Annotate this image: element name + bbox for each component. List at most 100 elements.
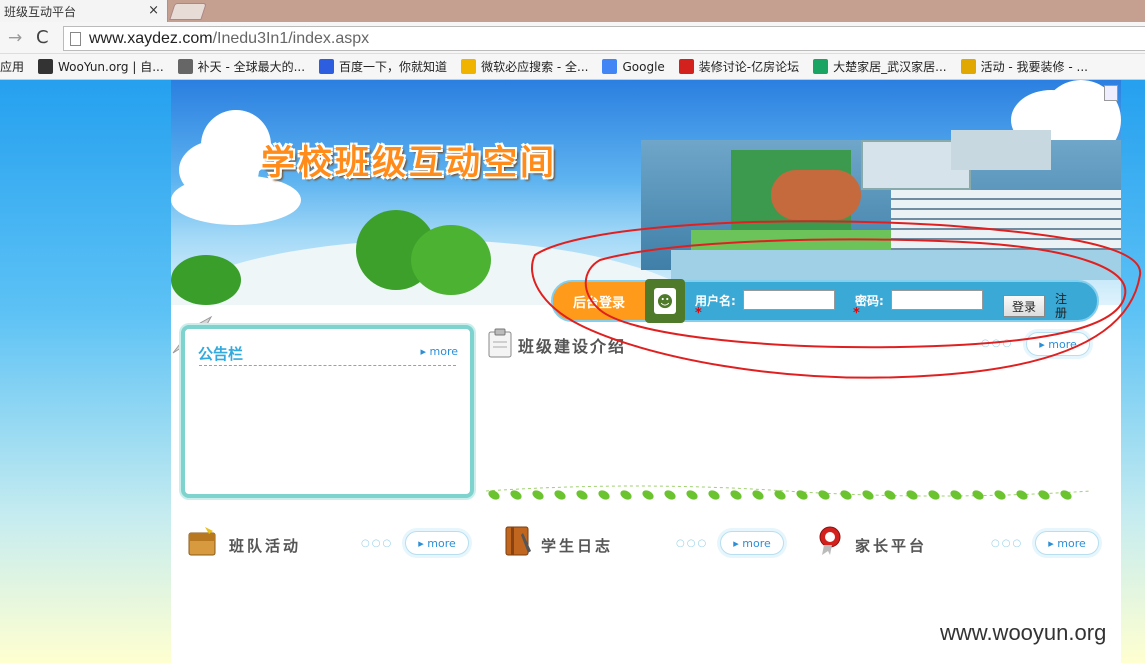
notebook-icon (505, 526, 531, 556)
user-book-icon: ☻ (645, 279, 685, 323)
google-icon (602, 59, 618, 74)
leaf (796, 490, 808, 500)
leaf (862, 490, 874, 500)
class-activities-more-link[interactable]: ▸ more (405, 531, 469, 555)
url-path: /Inedu3In1/index.aspx (212, 29, 370, 47)
leaf (818, 490, 830, 500)
password-input[interactable] (891, 290, 983, 310)
site-title: 学校班级互动空间 (261, 143, 557, 183)
section-title-parent-platform: 家长平台 (855, 537, 928, 555)
fang-icon (678, 59, 694, 74)
leaf (620, 490, 632, 500)
wooyun-icon (38, 59, 54, 74)
leaf (554, 490, 566, 500)
leaf (642, 490, 654, 500)
reload-icon[interactable]: C (36, 27, 49, 48)
leaf (752, 490, 764, 500)
student-diary-more-link[interactable]: ▸ more (720, 531, 784, 555)
bookmark-item[interactable]: 补天 - 全球最大的... (177, 58, 306, 75)
page-icon (70, 31, 81, 46)
decor-dots: ○○○ (361, 538, 394, 549)
leaf (840, 490, 852, 500)
leaf (906, 490, 918, 500)
bookmark-label: 补天 - 全球最大的... (197, 60, 306, 74)
main-content: 学校班级互动空间 后台登录 ☻ 用户名: * 密码: * 登录 注册 公告栏 ▸… (171, 80, 1121, 663)
leaf (994, 490, 1006, 500)
leaf (686, 490, 698, 500)
bookmark-item[interactable]: 大楚家居_武汉家居... (813, 58, 947, 75)
divider (199, 365, 456, 366)
parent-platform-more-link[interactable]: ▸ more (1035, 531, 1099, 555)
bookmark-label: WooYun.org | 自... (58, 60, 164, 74)
bookmark-item[interactable]: 装修讨论-亿房论坛 (678, 58, 800, 75)
address-bar[interactable]: www.xaydez.com/Inedu3In1/index.aspx (63, 26, 1145, 51)
bookmark-item[interactable]: 微软必应搜索 - 全... (461, 58, 588, 75)
bookmark-label: 应用 (0, 60, 25, 74)
notice-board-title: 公告栏 (198, 345, 244, 363)
section-title-class-activities: 班队活动 (229, 537, 302, 555)
intro-more-link[interactable]: ▸ more (1026, 332, 1090, 356)
leaf (730, 490, 742, 500)
register-link[interactable]: 注册 (1055, 292, 1069, 320)
bookmark-label: 活动 - 我要装修 - ... (980, 60, 1088, 74)
notice-board-panel: 公告栏 ▸ more (181, 325, 474, 498)
leaf (708, 490, 720, 500)
leaf (510, 490, 522, 500)
bookmark-item[interactable]: WooYun.org | 自... (38, 58, 164, 75)
leaf (928, 490, 940, 500)
leaf (1038, 490, 1050, 500)
login-bar: 后台登录 ☻ 用户名: * 密码: * 登录 注册 (551, 279, 1099, 323)
password-required-mark: * (853, 306, 860, 321)
leaf-vine-divider (486, 485, 1091, 500)
bookmarks-bar: 应用 WooYun.org | 自... 补天 - 全球最大的... 百度一下，你就知… (0, 54, 1145, 80)
chrome-icon (960, 59, 976, 74)
page-background: 学校班级互动空间 后台登录 ☻ 用户名: * 密码: * 登录 注册 公告栏 ▸… (0, 80, 1145, 663)
login-button[interactable]: 登录 (1003, 295, 1045, 317)
decor-dots: ○○○ (981, 338, 1014, 349)
admin-login-label: 后台登录 (553, 282, 645, 320)
notice-more-link[interactable]: ▸ more (420, 345, 458, 358)
rosette-icon (819, 526, 841, 555)
tab-title: 班级互动平台 (4, 4, 77, 19)
bookmark-item[interactable]: 应用 (0, 58, 24, 75)
bookmark-item[interactable]: 活动 - 我要装修 - ... (960, 58, 1088, 75)
decor-dots: ○○○ (991, 538, 1024, 549)
new-tab-button[interactable] (169, 3, 207, 20)
browser-tab[interactable]: 班级互动平台 × (0, 0, 168, 22)
baidu-icon (319, 59, 335, 74)
header-banner: 学校班级互动空间 (171, 80, 1121, 305)
bookmark-item[interactable]: 百度一下，你就知道 (319, 58, 447, 75)
section-title-student-diary: 学生日志 (541, 537, 614, 555)
leaf (950, 490, 962, 500)
leaf (598, 490, 610, 500)
watermark-text: www.wooyun.org (940, 620, 1107, 645)
leaf (884, 490, 896, 500)
tab-close-icon[interactable]: × (148, 3, 159, 18)
butian-icon (177, 59, 193, 74)
leaf (664, 490, 676, 500)
url-text: www.xaydez.com/Inedu3In1/index.aspx (89, 30, 369, 48)
clipboard-icon (488, 328, 512, 358)
browser-toolbar: → C www.xaydez.com/Inedu3In1/index.aspx (0, 22, 1145, 54)
briefcase-icon (188, 527, 216, 556)
forward-icon[interactable]: → (8, 28, 22, 48)
username-input[interactable] (743, 290, 835, 310)
decor-dots: ○○○ (676, 538, 709, 549)
tab-bar: 班级互动平台 × (0, 0, 1145, 22)
bookmark-label: Google (622, 59, 665, 74)
bookmark-label: 百度一下，你就知道 (339, 60, 448, 74)
url-host: www.xaydez.com (89, 29, 213, 47)
bing-icon (461, 59, 477, 74)
bookmark-item[interactable]: Google (602, 59, 665, 74)
bookmark-label: 装修讨论-亿房论坛 (698, 60, 800, 74)
broken-image-icon (1104, 85, 1118, 101)
dachu-icon (813, 59, 829, 74)
leaf (1060, 490, 1072, 500)
bookmark-label: 微软必应搜索 - 全... (481, 60, 589, 74)
class-intro-title: 班级建设介绍 (518, 337, 627, 356)
leaf (1016, 490, 1028, 500)
leaf (972, 490, 984, 500)
bookmark-label: 大楚家居_武汉家居... (833, 60, 947, 74)
leaf (532, 490, 544, 500)
username-required-mark: * (695, 306, 702, 321)
